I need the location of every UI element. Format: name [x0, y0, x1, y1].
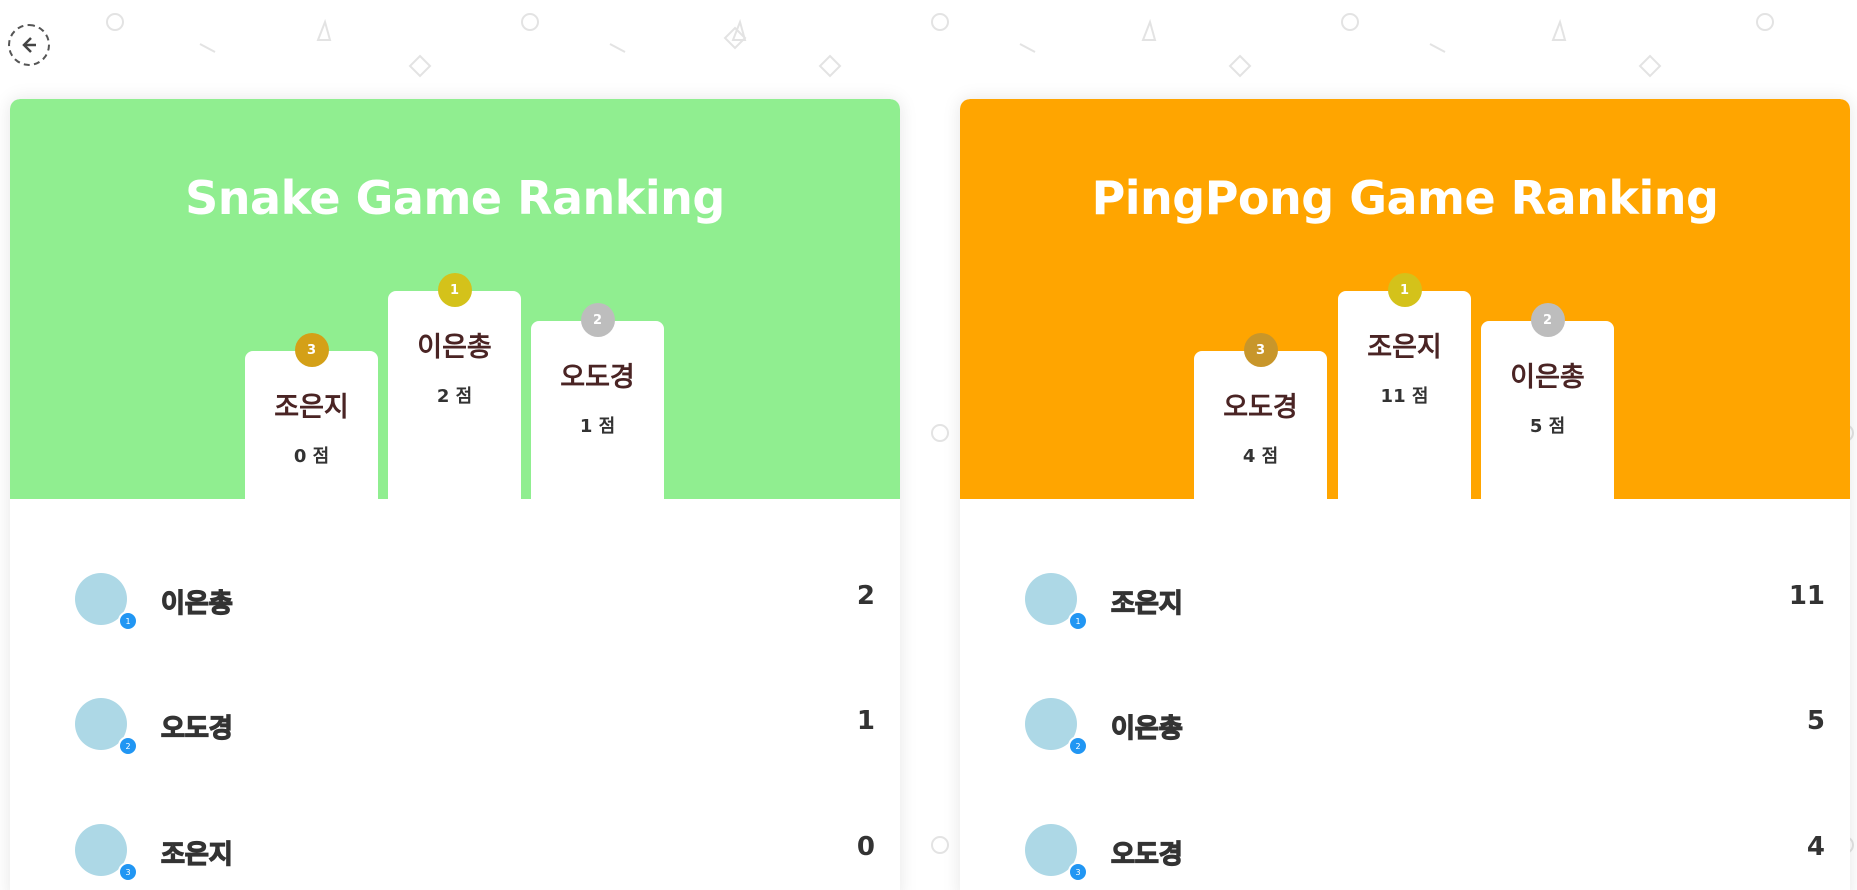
- player-score: 0: [856, 832, 875, 862]
- arrow-left-circle-icon: [22, 37, 36, 53]
- podium-second: 2 오도경 1 점: [531, 303, 664, 499]
- rank-badge-1: 1: [437, 273, 472, 307]
- podium-name: 이은총: [1510, 362, 1585, 393]
- podium-name: 이은총: [417, 332, 492, 363]
- player-name: 조은지: [160, 839, 233, 870]
- podium-name: 조은지: [1367, 332, 1442, 363]
- list-item[interactable]: 3 오도경 4: [960, 812, 1850, 890]
- rank-dot: 2: [1068, 736, 1088, 756]
- podium-name: 조은지: [274, 392, 349, 423]
- rank-badge-2: 2: [1530, 303, 1565, 337]
- player-name: 이은총: [160, 588, 233, 619]
- back-button[interactable]: [8, 24, 50, 66]
- podium-score: 0 점: [293, 446, 330, 467]
- rank-badge-2: 2: [580, 303, 615, 337]
- rank-dot: 1: [1068, 611, 1088, 631]
- player-score: 1: [856, 706, 875, 736]
- list-item[interactable]: 3 조은지 0: [10, 812, 900, 890]
- list-item[interactable]: 1 조은지 11: [960, 561, 1850, 641]
- pingpong-ranking-panel: PingPong Game Ranking 3 오도경 4 점 1 조은지 11…: [960, 99, 1850, 890]
- rank-dot: 2: [118, 736, 138, 756]
- podium-score: 4 점: [1242, 446, 1279, 467]
- podium-score: 1 점: [579, 416, 616, 437]
- podium-score: 11 점: [1380, 386, 1429, 407]
- list-item[interactable]: 2 오도경 1: [10, 686, 900, 766]
- player-score: 4: [1806, 832, 1825, 862]
- player-name: 이은총: [1110, 713, 1183, 744]
- rank-badge-1: 1: [1387, 273, 1422, 307]
- podium-first: 1 이은총 2 점: [388, 273, 521, 499]
- podium-score: 5 점: [1529, 416, 1566, 437]
- list-item[interactable]: 2 이은총 5: [960, 686, 1850, 766]
- podium-name: 오도경: [560, 362, 635, 393]
- podium-score: 2 점: [436, 386, 473, 407]
- rank-dot: 3: [1068, 862, 1088, 882]
- ranking-header: PingPong Game Ranking 3 오도경 4 점 1 조은지 11…: [960, 99, 1850, 499]
- podium-name: 오도경: [1223, 392, 1298, 423]
- panel-title: Snake Game Ranking: [185, 171, 725, 225]
- list-item[interactable]: 1 이은총 2: [10, 561, 900, 641]
- player-score: 5: [1806, 706, 1825, 736]
- podium-third: 3 오도경 4 점: [1194, 333, 1327, 499]
- player-score: 2: [856, 581, 875, 611]
- player-name: 오도경: [160, 713, 233, 744]
- player-name: 오도경: [1110, 839, 1183, 870]
- rank-dot: 1: [118, 611, 138, 631]
- player-name: 조은지: [1110, 588, 1183, 619]
- rank-dot: 3: [118, 862, 138, 882]
- podium-third: 3 조은지 0 점: [245, 333, 378, 499]
- rank-badge-3: 3: [294, 333, 329, 367]
- snake-ranking-panel: Snake Game Ranking 3 조은지 0 점 1 이은총 2 점 2…: [10, 99, 900, 890]
- podium-first: 1 조은지 11 점: [1338, 273, 1471, 499]
- player-score: 11: [1788, 581, 1825, 611]
- podium-second: 2 이은총 5 점: [1481, 303, 1614, 499]
- ranking-header: Snake Game Ranking 3 조은지 0 점 1 이은총 2 점 2…: [10, 99, 900, 499]
- panel-title: PingPong Game Ranking: [1091, 171, 1719, 225]
- rank-badge-3: 3: [1243, 333, 1278, 367]
